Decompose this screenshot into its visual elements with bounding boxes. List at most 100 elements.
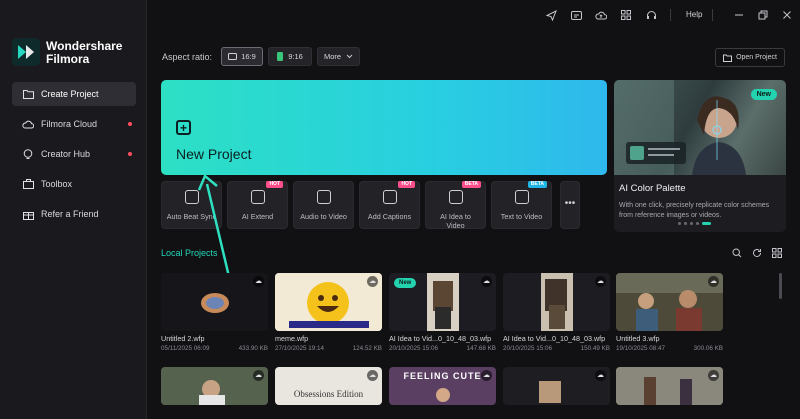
chevron-down-icon bbox=[346, 54, 353, 59]
thumbnail-text: FEELING CUTE bbox=[403, 371, 482, 381]
cloud-icon[interactable]: ☁ bbox=[253, 276, 264, 287]
filmora-logo bbox=[12, 38, 40, 66]
idea-video-icon bbox=[448, 190, 463, 204]
sidebar-item-label: Creator Hub bbox=[41, 149, 91, 159]
project-name: AI Idea to Vid...0_10_48_03.wfp bbox=[503, 334, 606, 343]
project-meta: 27/10/2025 19:14 124.52 KB bbox=[275, 345, 382, 352]
more-tools-button[interactable]: ••• bbox=[560, 181, 580, 229]
new-badge: New bbox=[394, 278, 417, 288]
sidebar-item-refer-a-friend[interactable]: Refer a Friend bbox=[12, 202, 136, 226]
cloud-icon[interactable]: ☁ bbox=[708, 276, 719, 287]
tile-add-captions[interactable]: HOT Add Captions bbox=[359, 181, 420, 229]
minimize-icon[interactable] bbox=[732, 8, 746, 22]
carousel-dot[interactable] bbox=[690, 222, 693, 225]
carousel-dot[interactable] bbox=[696, 222, 699, 225]
cloud-icon bbox=[22, 118, 34, 130]
project-name: AI Idea to Vid...0_10_48_03.wfp bbox=[389, 334, 492, 343]
project-card[interactable]: Obsessions Edition ☁ bbox=[275, 367, 382, 405]
project-card[interactable]: FEELING CUTE ☁ bbox=[389, 367, 496, 405]
project-card[interactable]: New ☁ AI Idea to Vid...0_10_48_03.wfp 20… bbox=[389, 273, 496, 352]
cloud-icon[interactable]: ☁ bbox=[367, 276, 378, 287]
cloud-icon[interactable]: ☁ bbox=[595, 276, 606, 287]
open-project-label: Open Project bbox=[736, 54, 777, 61]
cloud-icon[interactable]: ☁ bbox=[481, 370, 492, 381]
refresh-icon[interactable] bbox=[752, 248, 762, 258]
aspect-ratio-label: Aspect ratio: bbox=[162, 52, 213, 62]
promo-title: AI Color Palette bbox=[619, 183, 686, 194]
ratio-9-16-button[interactable]: 9:16 bbox=[268, 47, 312, 66]
sidebar-item-create-project[interactable]: Create Project bbox=[12, 82, 136, 106]
beta-badge: BETA bbox=[461, 181, 481, 188]
project-date: 20/10/2025 15:06 bbox=[503, 345, 553, 352]
project-card[interactable]: ☁ meme.wfp 27/10/2025 19:14 124.52 KB bbox=[275, 273, 382, 352]
ratio-label: 9:16 bbox=[288, 52, 303, 61]
project-card[interactable]: ☁ Untitled 2.wfp 05/11/2025 06:09 433.90… bbox=[161, 273, 268, 352]
divider bbox=[670, 9, 671, 21]
hot-badge: HOT bbox=[398, 181, 415, 188]
tile-label: AI Idea to Video bbox=[440, 212, 471, 230]
tile-audio-to-video[interactable]: Audio to Video bbox=[293, 181, 354, 229]
search-icon[interactable] bbox=[732, 248, 742, 258]
sidebar-item-label: Toolbox bbox=[41, 179, 73, 189]
project-card[interactable]: ☁ Untitled 3.wfp 19/10/2025 08:47 300.06… bbox=[616, 273, 723, 352]
tile-text-to-video[interactable]: BETA Text to Video bbox=[491, 181, 552, 229]
folder-icon bbox=[22, 88, 34, 100]
tile-ai-idea-to-video[interactable]: BETA AI Idea to Video bbox=[425, 181, 486, 230]
landscape-icon bbox=[228, 53, 238, 60]
carousel-dot[interactable] bbox=[678, 222, 681, 225]
project-card[interactable]: ☁ bbox=[616, 367, 723, 405]
carousel-dot[interactable] bbox=[684, 222, 687, 225]
carousel-dot-active[interactable] bbox=[702, 222, 711, 225]
more-ratio-dropdown[interactable]: More bbox=[317, 47, 360, 66]
tile-label: Text to Video bbox=[500, 212, 543, 221]
folder-open-icon bbox=[723, 54, 733, 62]
new-project-button[interactable]: + New Project bbox=[161, 80, 607, 175]
ratio-16-9-button[interactable]: 16:9 bbox=[221, 47, 263, 66]
project-size: 124.52 KB bbox=[352, 345, 382, 352]
cloud-icon[interactable]: ☁ bbox=[481, 276, 492, 287]
close-icon[interactable] bbox=[780, 8, 794, 22]
sidebar-item-toolbox[interactable]: Toolbox bbox=[12, 172, 136, 196]
cloud-icon[interactable]: ☁ bbox=[708, 370, 719, 381]
sidebar-item-label: Refer a Friend bbox=[41, 209, 99, 219]
project-card[interactable]: ☁ bbox=[161, 367, 268, 405]
cloud-icon[interactable]: ☁ bbox=[253, 370, 264, 381]
carousel-dots[interactable] bbox=[678, 222, 711, 225]
project-card[interactable]: ☁ AI Idea to Vid...0_10_48_03.wfp 20/10/… bbox=[503, 273, 610, 352]
gift-icon bbox=[22, 208, 34, 220]
view-grid-icon[interactable] bbox=[772, 248, 782, 258]
hot-badge: HOT bbox=[266, 181, 283, 188]
subtitle-icon[interactable] bbox=[569, 8, 583, 22]
project-size: 147.68 KB bbox=[466, 345, 496, 352]
toolbox-icon bbox=[22, 178, 34, 190]
scrollbar[interactable] bbox=[779, 273, 782, 299]
sidebar-item-creator-hub[interactable]: Creator Hub bbox=[12, 142, 136, 166]
sidebar-item-label: Create Project bbox=[41, 89, 99, 99]
project-date: 05/11/2025 06:09 bbox=[161, 345, 210, 352]
ratio-label: 16:9 bbox=[241, 52, 256, 61]
notification-dot bbox=[128, 152, 132, 156]
audio-video-icon bbox=[316, 190, 331, 204]
sidebar-item-filmora-cloud[interactable]: Filmora Cloud bbox=[12, 112, 136, 136]
cloud-upload-icon[interactable] bbox=[594, 8, 608, 22]
project-name: Untitled 3.wfp bbox=[616, 334, 660, 343]
restore-icon[interactable] bbox=[756, 8, 770, 22]
project-thumbnail: ☁ bbox=[275, 273, 382, 331]
beta-badge: BETA bbox=[527, 181, 547, 188]
sidebar: Wondershare Filmora Create Project Filmo… bbox=[0, 0, 147, 419]
project-meta: 19/10/2025 08:47 300.06 KB bbox=[616, 345, 723, 352]
local-projects-title: Local Projects bbox=[161, 248, 218, 258]
cloud-icon[interactable]: ☁ bbox=[367, 370, 378, 381]
bulb-icon bbox=[22, 148, 34, 160]
promo-card[interactable]: New AI Color Palette With one click, pre… bbox=[614, 80, 786, 232]
open-project-button[interactable]: Open Project bbox=[715, 48, 785, 67]
project-card[interactable]: ☁ bbox=[503, 367, 610, 405]
grid-icon[interactable] bbox=[619, 8, 633, 22]
cloud-icon[interactable]: ☁ bbox=[595, 370, 606, 381]
help-button[interactable]: Help bbox=[686, 10, 702, 19]
send-icon[interactable] bbox=[544, 8, 558, 22]
project-size: 150.49 KB bbox=[580, 345, 610, 352]
headset-icon[interactable] bbox=[644, 8, 658, 22]
project-date: 20/10/2025 15:06 bbox=[389, 345, 439, 352]
project-thumbnail: ☁ bbox=[161, 273, 268, 331]
